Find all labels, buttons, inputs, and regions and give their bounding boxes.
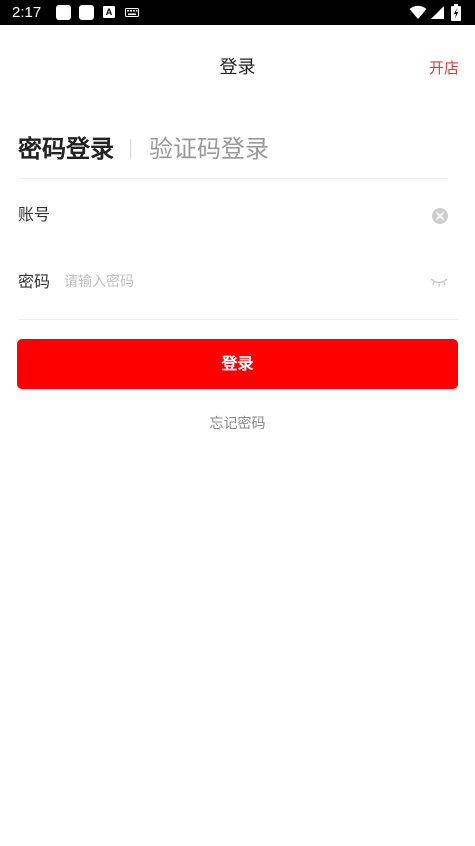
a-box-icon: A (103, 6, 115, 18)
account-field: 账号 (18, 196, 458, 236)
notification-square-icon (56, 5, 71, 20)
status-time: 2:17 (12, 4, 42, 21)
status-bar: 2:17 A (0, 0, 475, 25)
open-store-link[interactable]: 开店 (429, 57, 459, 79)
divider (18, 319, 458, 320)
login-tabs: 密码登录 验证码登录 (18, 131, 269, 167)
password-label: 密码 (18, 272, 51, 291)
tab-password-login[interactable]: 密码登录 (18, 132, 114, 166)
account-input[interactable] (64, 202, 404, 228)
tab-divider (130, 139, 131, 159)
forgot-password-link[interactable]: 忘记密码 (0, 414, 475, 434)
page-title: 登录 (219, 57, 256, 78)
wifi-icon (409, 5, 427, 19)
account-label: 账号 (18, 205, 51, 224)
login-button[interactable]: 登录 (17, 339, 458, 389)
eye-closed-icon[interactable] (430, 277, 448, 287)
notification-square-icon (79, 5, 94, 20)
signal-icon (431, 6, 444, 19)
clear-icon[interactable] (432, 208, 448, 224)
divider (18, 178, 448, 179)
battery-icon (451, 4, 461, 21)
password-input[interactable] (64, 269, 404, 295)
keyboard-icon (125, 8, 139, 17)
password-field: 密码 (18, 263, 458, 303)
tab-sms-code-login[interactable]: 验证码登录 (149, 132, 269, 166)
